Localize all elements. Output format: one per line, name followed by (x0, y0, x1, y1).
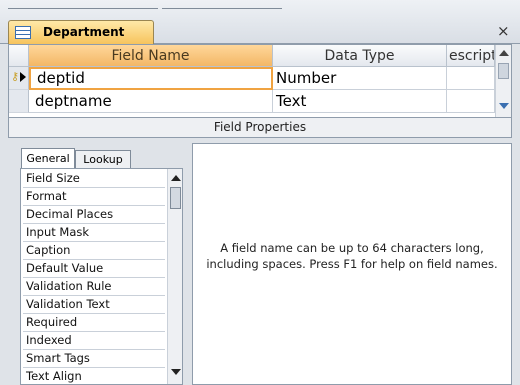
property-smart-tags[interactable]: Smart Tags (23, 350, 165, 368)
scroll-down-icon[interactable] (499, 103, 509, 109)
tab-strip-divider (8, 8, 158, 9)
scroll-down-icon[interactable] (171, 369, 181, 375)
property-indexed[interactable]: Indexed (23, 332, 165, 350)
property-list: Field Size Format Decimal Places Input M… (20, 168, 183, 385)
document-tab-department[interactable]: Department (8, 20, 154, 45)
field-name-column-header[interactable]: Field Name (29, 45, 273, 67)
row-selector-header[interactable] (9, 45, 29, 67)
grid-vertical-scrollbar[interactable] (495, 45, 511, 117)
tab-lookup[interactable]: Lookup (75, 150, 131, 169)
scroll-thumb[interactable] (170, 187, 181, 209)
primary-key-icon: ⚷ (11, 70, 20, 83)
property-field-size[interactable]: Field Size (23, 170, 165, 188)
description-cell[interactable] (447, 90, 495, 113)
property-default-value[interactable]: Default Value (23, 260, 165, 278)
field-properties-title: Field Properties (8, 118, 512, 138)
property-list-scrollbar[interactable] (167, 169, 182, 384)
row-selector[interactable]: ⚷ (9, 67, 29, 90)
description-cell[interactable] (447, 67, 495, 90)
scroll-thumb[interactable] (498, 63, 509, 79)
property-decimal-places[interactable]: Decimal Places (23, 206, 165, 224)
table-design-grid: Field Name Data Type escripti ⚷ deptid N… (8, 44, 512, 118)
property-validation-text[interactable]: Validation Text (23, 296, 165, 314)
current-row-arrow-icon (20, 72, 26, 82)
data-type-cell[interactable]: Number (273, 67, 447, 90)
property-format[interactable]: Format (23, 188, 165, 206)
description-column-header[interactable]: escripti (447, 45, 495, 67)
property-help-text: A field name can be up to 64 characters … (206, 241, 498, 271)
property-validation-rule[interactable]: Validation Rule (23, 278, 165, 296)
field-name-cell[interactable]: deptname (29, 90, 273, 113)
property-help-panel: A field name can be up to 64 characters … (192, 143, 512, 385)
field-properties-pane: General Lookup Field Size Format Decimal… (8, 138, 512, 385)
document-tab-strip: Department × (0, 0, 520, 45)
field-name-cell[interactable]: deptid (29, 67, 273, 90)
close-icon[interactable]: × (497, 22, 510, 40)
scroll-up-icon[interactable] (499, 50, 509, 56)
data-type-column-header[interactable]: Data Type (273, 45, 447, 67)
tab-strip-divider (162, 8, 282, 9)
property-text-align[interactable]: Text Align (23, 368, 165, 384)
row-selector[interactable] (9, 90, 29, 113)
tab-general[interactable]: General (21, 148, 75, 169)
property-required[interactable]: Required (23, 314, 165, 332)
data-type-cell[interactable]: Text (273, 90, 447, 113)
table-icon (15, 26, 31, 39)
scroll-up-icon[interactable] (171, 175, 181, 181)
property-input-mask[interactable]: Input Mask (23, 224, 165, 242)
document-tab-title: Department (43, 25, 125, 39)
property-caption[interactable]: Caption (23, 242, 165, 260)
